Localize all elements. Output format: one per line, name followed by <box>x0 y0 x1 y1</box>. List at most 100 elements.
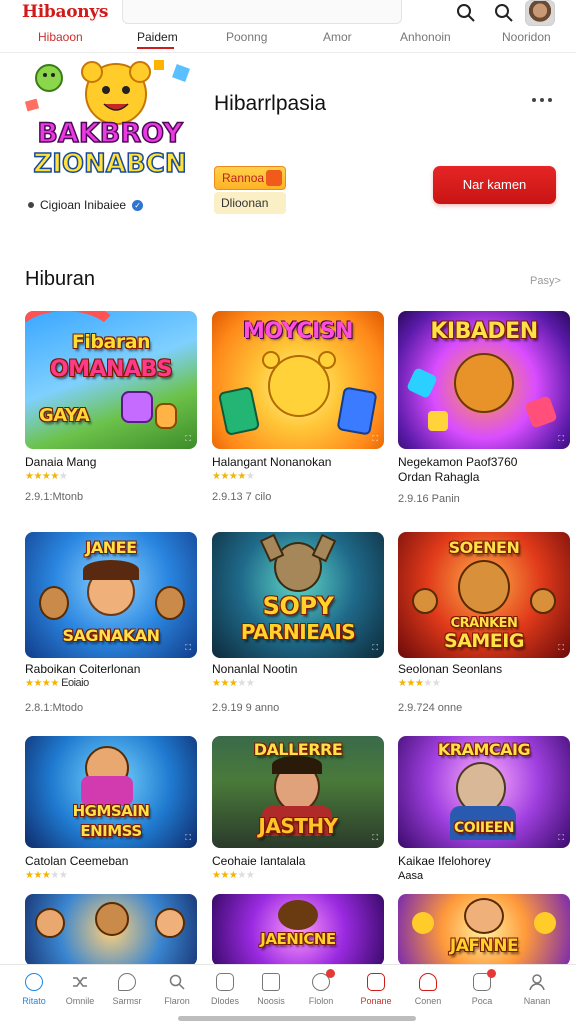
nav-home[interactable]: Ritato <box>10 973 58 1006</box>
nav-label: Conen <box>414 996 442 1006</box>
game-card[interactable]: MOYCISN ⛶ Halangant Nonanokan ★★★★★ 2.9.… <box>212 311 384 503</box>
game-meta: 2.9.16 Panin <box>398 493 460 505</box>
game-thumbnail[interactable]: HGMSAIN ENIMSS ⛶ <box>25 736 197 848</box>
game-card[interactable]: SOENEN CRANKEN SAMEIG ⛶ Seolonan Seonlan… <box>398 532 570 714</box>
game-title: Halangant Nonanokan <box>212 455 332 469</box>
featured-art-text-1: BAKBROY <box>37 118 183 149</box>
game-card[interactable]: DALLERRE JASTHY ⛶ Ceohaie Iantalala ★★★★… <box>212 736 384 882</box>
game-card[interactable]: HGMSAIN ENIMSS ⛶ Catolan Ceemeban ★★★★★ <box>25 736 197 882</box>
game-title: Ceohaie Iantalala <box>212 854 306 868</box>
tab-hibaoon[interactable]: Hibaoon <box>38 30 83 44</box>
game-card[interactable]: KIBADEN ⛶ Negekamon Paof3760 Ordan Rahag… <box>398 311 570 505</box>
nav-sarmsr[interactable]: Sarmsr <box>103 973 151 1006</box>
search-icon-secondary[interactable] <box>494 3 514 23</box>
game-thumbnail[interactable]: MOYCISN ⛶ <box>212 311 384 449</box>
thumb-text: JAENICNE <box>260 930 336 948</box>
nav-dlodes[interactable]: Dlodes <box>201 973 249 1006</box>
thumb-corner-icon: ⛶ <box>185 833 191 842</box>
game-card[interactable]: JAFNNE <box>398 894 570 966</box>
tab-paidem[interactable]: Paidem <box>137 30 178 44</box>
game-thumbnail[interactable]: JAENICNE <box>212 894 384 966</box>
tab-poonng[interactable]: Poonng <box>226 30 267 44</box>
app-logo[interactable]: Hibaonys <box>22 2 108 22</box>
game-card[interactable] <box>25 894 197 966</box>
game-thumbnail[interactable] <box>25 894 197 966</box>
game-card[interactable]: JAENICNE <box>212 894 384 966</box>
app-store-page: Hibaonys Hibaoon Paidem Poonng Amor Anho… <box>0 0 576 1024</box>
nav-omnile[interactable]: Omnile <box>56 973 104 1006</box>
game-thumbnail[interactable]: DALLERRE JASTHY ⛶ <box>212 736 384 848</box>
nav-nanan[interactable]: Nanan <box>513 973 561 1006</box>
thumb-text: JAFNNE <box>449 936 519 956</box>
home-icon <box>25 973 43 991</box>
nav-flolon[interactable]: Flolon <box>297 969 345 1006</box>
tab-nooridon[interactable]: Nooridon <box>502 30 551 44</box>
thumb-text: SAGNAKAN <box>62 626 160 645</box>
chat-icon <box>118 973 136 991</box>
install-button[interactable]: Nar kamen <box>433 166 556 204</box>
game-thumbnail[interactable]: KRAMCAIG COIIEEN ⛶ <box>398 736 570 848</box>
thumb-corner-icon: ⛶ <box>372 833 378 842</box>
game-meta: 2.9.724 onne <box>398 702 463 714</box>
game-meta: 2.8.1:Mtodo <box>25 702 84 714</box>
thumb-text: SOPY <box>262 592 334 620</box>
grid-icon <box>262 973 280 991</box>
home-indicator[interactable] <box>178 1016 416 1021</box>
game-card[interactable]: Fibaran OMANABS GAYA ⛶ Danaia Mang ★★★★★… <box>25 311 197 503</box>
avatar[interactable] <box>525 0 555 26</box>
bag-icon <box>419 973 437 991</box>
active-tab-indicator <box>137 47 174 49</box>
section-more-link[interactable]: Pasy> <box>530 275 561 287</box>
game-card[interactable]: JANEE SAGNAKAN ⛶ Raboikan Coiterlonan ★★… <box>25 532 197 714</box>
rating-badge-label: Rannoa <box>222 171 265 185</box>
nav-label: Flolon <box>308 996 334 1006</box>
tab-amor[interactable]: Amor <box>323 30 352 44</box>
bullet-icon <box>28 202 34 208</box>
nav-flaron[interactable]: Flaron <box>153 973 201 1006</box>
nav-noosis[interactable]: Noosis <box>247 973 295 1006</box>
game-title: Negekamon Paof3760 <box>398 455 518 469</box>
star-rating: ★★★★★ <box>398 678 441 689</box>
featured-app-icon[interactable]: BAKBROY ZIONABCN <box>24 60 196 192</box>
nav-label: Noosis <box>257 996 285 1006</box>
star-rating: ★★★★★ <box>212 678 255 689</box>
thumb-corner-icon: ⛶ <box>558 833 564 842</box>
game-card[interactable]: SOPY PARNIEAIS ⛶ Nonanlal Nootin ★★★★★ 2… <box>212 532 384 714</box>
game-subtitle: Ordan Rahagla <box>398 470 480 484</box>
badge-icon <box>266 170 282 186</box>
tab-anhonoin[interactable]: Anhonoin <box>400 30 451 44</box>
developer-line[interactable]: Cigioan Inibaiee ✓ <box>28 198 144 212</box>
search-icon[interactable] <box>456 3 476 23</box>
divider <box>0 52 576 53</box>
game-thumbnail[interactable]: JAFNNE <box>398 894 570 966</box>
nav-conen[interactable]: Conen <box>404 973 452 1006</box>
nav-poca[interactable]: Poca <box>458 969 506 1006</box>
star-rating: ★★★★★ <box>25 870 68 881</box>
game-meta: 2.9.1:Mtonb <box>25 491 84 503</box>
thumb-text: KIBADEN <box>430 319 538 344</box>
nav-label: Ritato <box>22 996 46 1006</box>
game-subtitle: Aasa <box>398 870 424 882</box>
search-input[interactable] <box>122 0 402 24</box>
game-thumbnail[interactable]: JANEE SAGNAKAN ⛶ <box>25 532 197 658</box>
game-card[interactable]: KRAMCAIG COIIEEN ⛶ Kaikae Ifelohorey Aas… <box>398 736 570 884</box>
top-bar: Hibaonys <box>0 0 576 26</box>
category-badge: Dlioonan <box>214 192 286 214</box>
section-title: Hiburan <box>25 268 96 290</box>
game-thumbnail[interactable]: Fibaran OMANABS GAYA ⛶ <box>25 311 197 449</box>
game-thumbnail[interactable]: SOPY PARNIEAIS ⛶ <box>212 532 384 658</box>
bottom-navigation: Ritato Omnile Sarmsr Flaron Dlodes Noosi… <box>0 964 576 1024</box>
game-title: Seolonan Seonlans <box>398 662 503 676</box>
inbox-icon <box>473 969 496 991</box>
thumb-text: PARNIEAIS <box>240 620 356 644</box>
game-title: Raboikan Coiterlonan <box>25 662 141 676</box>
game-title: Danaia Mang <box>25 455 97 469</box>
game-thumbnail[interactable]: KIBADEN ⛶ <box>398 311 570 449</box>
nav-label: Poca <box>471 996 493 1006</box>
nav-ponane[interactable]: Ponane <box>352 973 400 1006</box>
page-title: Hibarrlpasia <box>214 92 327 115</box>
game-thumbnail[interactable]: SOENEN CRANKEN SAMEIG ⛶ <box>398 532 570 658</box>
thumb-corner-icon: ⛶ <box>185 434 191 443</box>
more-options-icon[interactable] <box>530 94 554 106</box>
bell-icon <box>312 969 335 991</box>
